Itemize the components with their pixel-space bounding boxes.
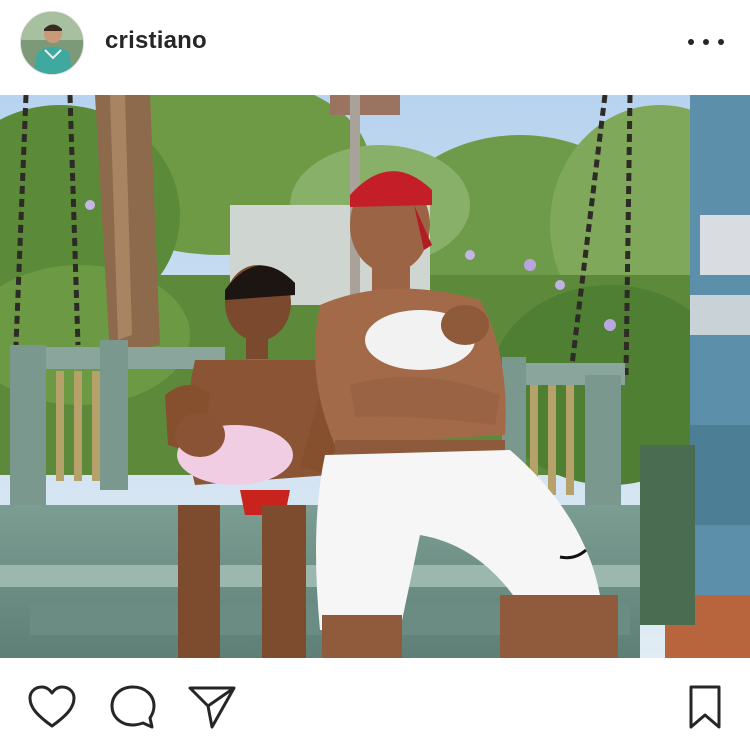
avatar[interactable] (20, 11, 84, 75)
instagram-post: cristiano (0, 0, 750, 746)
more-options-icon[interactable] (688, 30, 724, 54)
avatar-image (21, 12, 83, 74)
comment-icon[interactable] (108, 684, 158, 730)
post-actions (0, 658, 750, 746)
post-photo[interactable] (0, 95, 750, 658)
post-photo-image (0, 95, 750, 658)
post-header: cristiano (0, 0, 750, 95)
more-dot (703, 39, 709, 45)
more-dot (718, 39, 724, 45)
more-dot (688, 39, 694, 45)
username[interactable]: cristiano (105, 27, 207, 55)
bookmark-icon[interactable] (680, 684, 730, 730)
heart-icon[interactable] (27, 684, 77, 730)
share-icon[interactable] (187, 684, 237, 730)
